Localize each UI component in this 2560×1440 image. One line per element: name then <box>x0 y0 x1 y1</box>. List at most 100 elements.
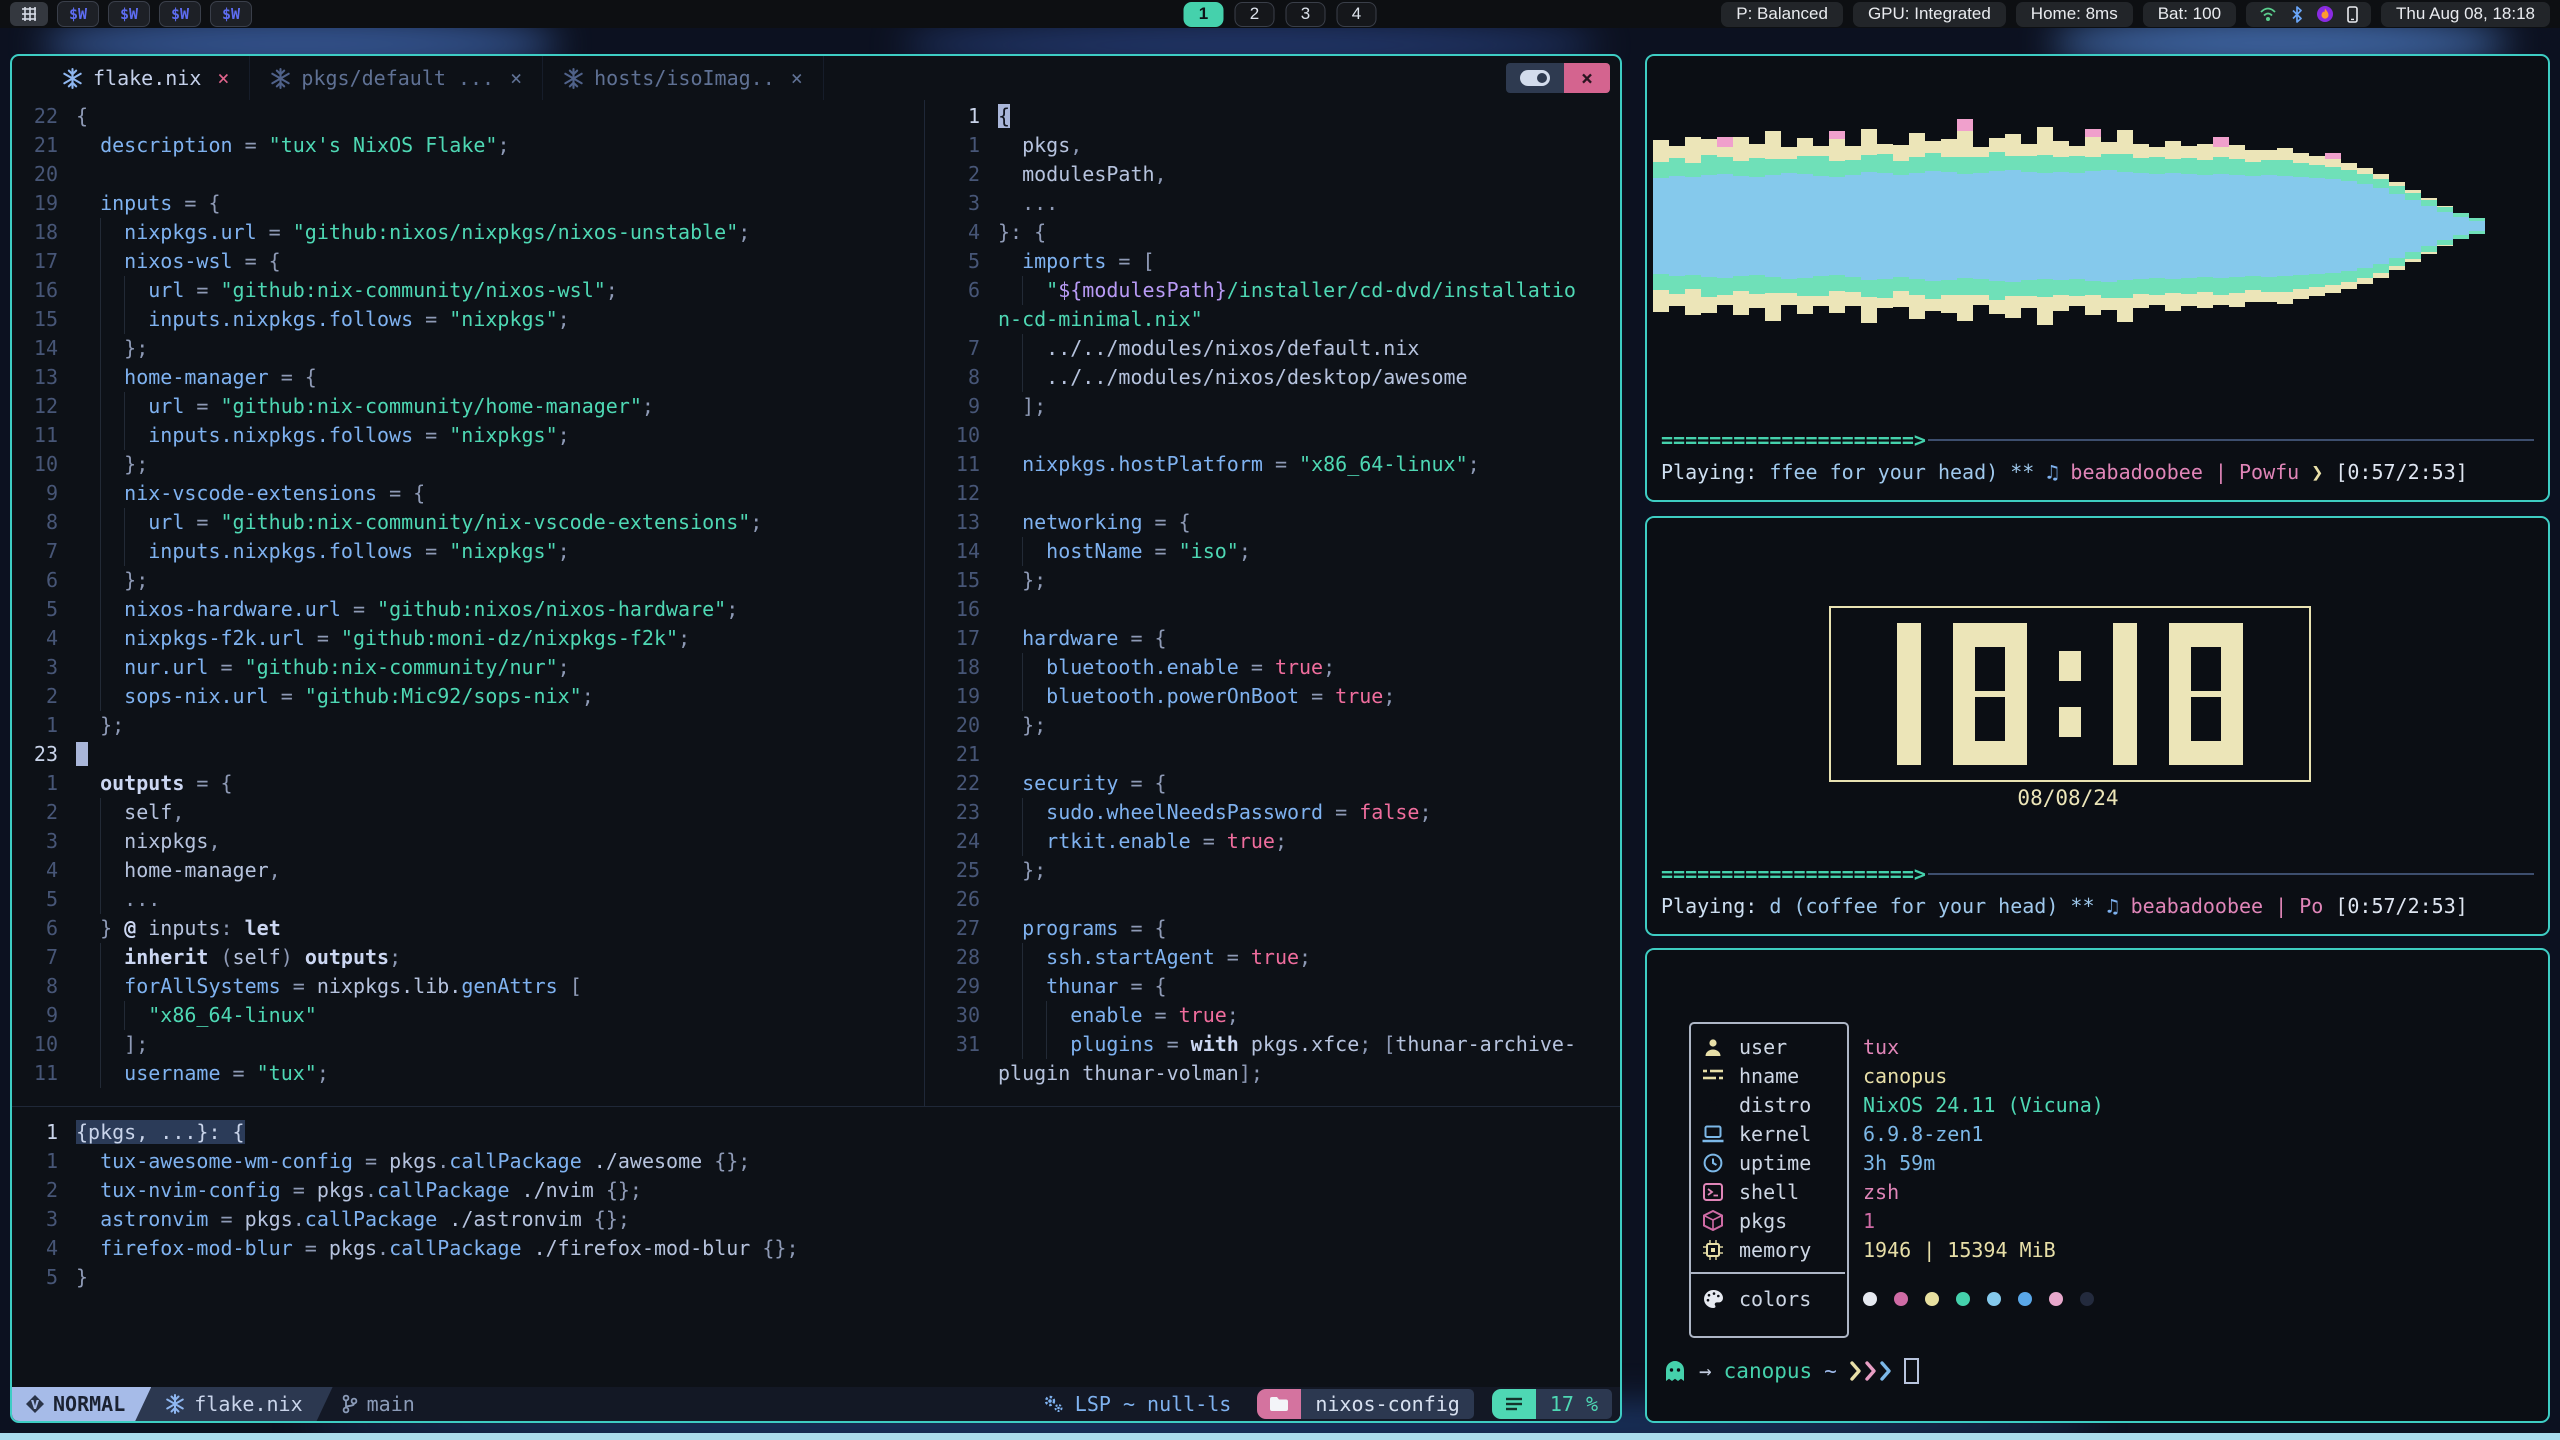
window-controls: × <box>1506 63 1610 93</box>
code-line: 19 bluetooth.powerOnBoot = true; <box>934 682 1620 711</box>
battery-pill[interactable]: Bat: 100 <box>2143 2 2236 27</box>
line-number: 19 <box>12 189 76 218</box>
line-number: 3 <box>934 189 998 218</box>
fetch-value: tux <box>1863 1035 1899 1059</box>
fetch-label: colors <box>1739 1287 1811 1311</box>
viz-column <box>2085 76 2101 376</box>
tab-pkgs-default-[interactable]: pkgs/default ...× <box>250 56 543 100</box>
viz-column <box>2229 76 2245 376</box>
viz-column <box>2389 76 2405 376</box>
tab-flake-nix[interactable]: flake.nix× <box>42 56 250 100</box>
color-dot <box>2049 1292 2063 1306</box>
code-line: 30 enable = true; <box>934 1001 1620 1030</box>
phone-icon[interactable] <box>2347 6 2358 23</box>
vim-icon <box>26 1395 44 1413</box>
ping-pill[interactable]: Home: 8ms <box>2016 2 2133 27</box>
cursor-block: { <box>998 104 1010 128</box>
nix-snowflake-icon <box>62 68 83 89</box>
tab-close-icon[interactable]: × <box>217 66 229 90</box>
horizontal-split-separator[interactable] <box>12 1106 1620 1107</box>
code-line: 5 imports = [ <box>934 247 1620 276</box>
workspace-tag-2[interactable]: 2 <box>1235 2 1275 27</box>
tab-close-icon[interactable]: × <box>791 66 803 90</box>
clock-date: 08/08/24 <box>1829 786 2307 810</box>
window-close-button[interactable]: × <box>1564 63 1610 93</box>
code-line: 31 plugins = with pkgs.xfce; [thunar-arc… <box>934 1030 1620 1059</box>
viz-column <box>2165 76 2181 376</box>
viz-column <box>1909 76 1925 376</box>
code-line: 1 outputs = { <box>12 769 916 798</box>
progress-equals: =====================> <box>1661 428 1926 452</box>
fetch-value: NixOS 24.11 (Vicuna) <box>1863 1093 2104 1117</box>
song-progress-bar: =====================> <box>1661 428 2534 452</box>
line-number: 5 <box>12 595 76 624</box>
code-line: 29 thunar = { <box>934 972 1620 1001</box>
shell-prompt[interactable]: → canopus ~ <box>1663 1358 1919 1384</box>
playing-text: ffee for your head) ** <box>1769 460 2046 484</box>
viz-column <box>1829 76 1845 376</box>
code-line: 9 ]; <box>934 392 1620 421</box>
code-pane-bottom[interactable]: 1{pkgs, ...}: {1 tux-awesome-wm-config =… <box>12 1118 1620 1298</box>
line-number: 7 <box>12 943 76 972</box>
code-line: 3 astronvim = pkgs.callPackage ./astronv… <box>12 1205 1620 1234</box>
viz-column <box>1845 76 1861 376</box>
code-line: 2 sops-nix.url = "github:Mic92/sops-nix"… <box>12 682 916 711</box>
code-pane-right[interactable]: 1{1 pkgs,2 modulesPath,3 ...4}: {5 impor… <box>934 102 1620 1092</box>
workspace-tag-4[interactable]: 4 <box>1337 2 1377 27</box>
clock-colon <box>2059 651 2081 737</box>
workspace-tag-3[interactable]: 3 <box>1286 2 1326 27</box>
vertical-split-separator[interactable] <box>924 100 925 1106</box>
project-badge[interactable]: nixos-config <box>1257 1387 1474 1421</box>
workspace-tag-1[interactable]: 1 <box>1184 2 1224 27</box>
color-dot <box>1863 1292 1877 1306</box>
code-line: 26 <box>934 885 1620 914</box>
taskbar-item[interactable]: $W <box>108 1 150 27</box>
code-line: 13 home-manager = { <box>12 363 916 392</box>
taskbar-item[interactable]: $W <box>57 1 99 27</box>
code-pane-left[interactable]: 22{21 description = "tux's NixOS Flake";… <box>12 102 916 1092</box>
code-line: 3 nur.url = "github:nix-community/nur"; <box>12 653 916 682</box>
code-line: 14 }; <box>12 334 916 363</box>
clock-terminal: 08/08/24 =====================> Playing:… <box>1645 516 2550 936</box>
code-line: 23 sudo.wheelNeedsPassword = false; <box>934 798 1620 827</box>
toggle-button[interactable] <box>1506 63 1564 93</box>
power-profile-pill[interactable]: P: Balanced <box>1721 2 1843 27</box>
fetch-label: distro <box>1739 1093 1811 1117</box>
code-line: 22{ <box>12 102 916 131</box>
viz-column <box>1781 76 1797 376</box>
tab-hosts-isoImag-[interactable]: hosts/isoImag..× <box>543 56 824 100</box>
color-dot <box>2018 1292 2032 1306</box>
scroll-badge[interactable]: 17 % <box>1492 1387 1612 1421</box>
line-number: 15 <box>12 305 76 334</box>
code-line: 9 "x86_64-linux" <box>12 1001 916 1030</box>
code-line: 8 forAllSystems = nixpkgs.lib.genAttrs [ <box>12 972 916 1001</box>
penguin-icon <box>1701 1094 1725 1116</box>
taskbar: $W $W $W $W <box>10 1 252 27</box>
code-line: 18 nixpkgs.url = "github:nixos/nixpkgs/n… <box>12 218 916 247</box>
statusline: NORMAL flake.nix main LSP ~ null-ls <box>12 1387 1620 1421</box>
viz-column <box>2213 76 2229 376</box>
chevron-icon <box>1864 1360 1877 1382</box>
viz-column <box>2341 76 2357 376</box>
taskbar-item[interactable]: $W <box>159 1 201 27</box>
taskbar-item[interactable]: $W <box>210 1 252 27</box>
clock-pill[interactable]: Thu Aug 08, 18:18 <box>2381 2 2550 27</box>
playing-text: beabadoobee | Po <box>2131 894 2324 918</box>
gpu-pill[interactable]: GPU: Integrated <box>1853 2 2006 27</box>
line-number: 19 <box>934 682 998 711</box>
color-dot <box>1987 1292 2001 1306</box>
lsp-segment: LSP ~ null-ls <box>1041 1387 1232 1421</box>
code-line: plugin thunar-volman]; <box>934 1059 1620 1088</box>
bluetooth-icon[interactable] <box>2291 6 2303 23</box>
palette-icon <box>1701 1289 1725 1308</box>
launcher-button[interactable] <box>10 2 48 26</box>
network-icon[interactable] <box>2259 6 2277 22</box>
line-number: 2 <box>934 160 998 189</box>
mode-segment: NORMAL <box>12 1387 151 1421</box>
code-line: 8 ../../modules/nixos/desktop/awesome <box>934 363 1620 392</box>
flame-icon[interactable] <box>2317 6 2333 22</box>
line-number: 30 <box>934 1001 998 1030</box>
tab-close-icon[interactable]: × <box>510 66 522 90</box>
chevron-icon <box>1879 1360 1892 1382</box>
line-number: 1 <box>12 1147 76 1176</box>
